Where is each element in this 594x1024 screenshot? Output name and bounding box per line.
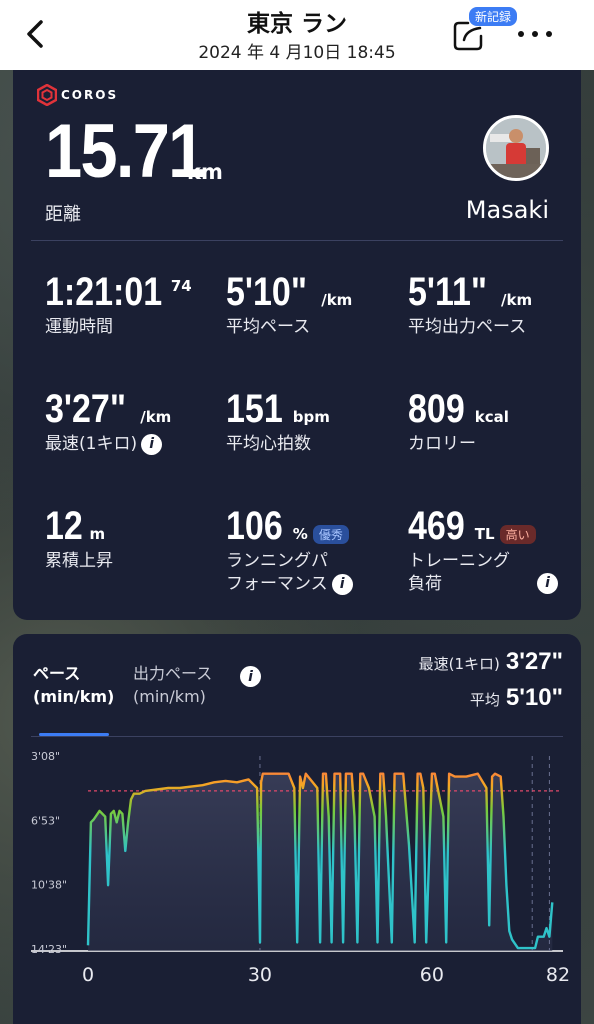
stat-running-performance: 106% 優秀 ランニングパ フォーマンス i bbox=[226, 504, 353, 596]
stat-label-line2: フォーマンス bbox=[226, 574, 328, 594]
stat-unit: bpm bbox=[292, 408, 330, 426]
fastest-value: 3'27" bbox=[505, 648, 563, 675]
avatar[interactable] bbox=[483, 115, 549, 181]
stat-value: 469 bbox=[408, 504, 465, 548]
distance-value: 15.71 bbox=[45, 109, 205, 194]
stat-avg-pace: 5'10" /km 平均ペース bbox=[226, 270, 352, 339]
info-icon[interactable]: i bbox=[537, 573, 558, 594]
stat-label-line1: トレーニング bbox=[408, 551, 510, 571]
tab-pace-label: ペース bbox=[33, 664, 81, 683]
fastest-label: 最速(1キロ) bbox=[418, 655, 500, 673]
user-name: Masaki bbox=[465, 196, 549, 224]
y-tick-label: 3'08" bbox=[31, 750, 60, 763]
y-tick-label: 6'53" bbox=[31, 814, 60, 827]
active-tab-indicator bbox=[39, 733, 109, 736]
stat-label-line2: 負荷 bbox=[408, 574, 442, 594]
stat-label: カロリー bbox=[408, 434, 476, 454]
avg-value: 5'10" bbox=[505, 684, 563, 711]
brand-name: COROS bbox=[61, 88, 119, 102]
stat-fastest-km: 3'27" /km 最速(1キロ) i bbox=[45, 387, 171, 456]
summary-card: COROS 15.71 km 距離 Masaki 1:21:01 74 運動時間 … bbox=[13, 70, 581, 620]
divider bbox=[31, 240, 563, 241]
stat-label: 平均ペース bbox=[226, 317, 311, 337]
info-icon[interactable]: i bbox=[240, 666, 261, 687]
avg-label: 平均 bbox=[469, 691, 500, 709]
info-icon[interactable]: i bbox=[141, 433, 163, 455]
stat-value: 1:21:01 bbox=[45, 270, 163, 314]
stat-unit: m bbox=[89, 525, 106, 543]
stat-label: 平均心拍数 bbox=[226, 434, 311, 454]
user-photo-icon bbox=[486, 118, 546, 178]
stat-label: 最速(1キロ) bbox=[45, 434, 138, 454]
y-tick-label: 10'38" bbox=[31, 879, 67, 892]
stat-value: 5'11" bbox=[408, 270, 488, 314]
stat-unit: /km bbox=[140, 408, 172, 426]
tab-power-pace[interactable]: 出力ペース (min/km) bbox=[133, 662, 212, 708]
stat-calories: 809 kcal カロリー bbox=[408, 387, 509, 456]
stat-label: 累積上昇 bbox=[45, 551, 113, 571]
stat-training-load: 469 TL 高い トレーニング 負荷 i bbox=[408, 504, 558, 596]
stat-value: 12 bbox=[45, 504, 83, 548]
tab-power-label: 出力ペース bbox=[133, 664, 213, 683]
stat-unit: % bbox=[292, 525, 308, 543]
tab-power-unit: (min/km) bbox=[133, 687, 206, 706]
activity-datetime: 2024 年 4 月10日 18:45 bbox=[198, 43, 396, 63]
stat-avg-power-pace: 5'11" /km 平均出力ペース bbox=[408, 270, 532, 339]
x-tick-label: 82 bbox=[546, 964, 570, 986]
dot-icon bbox=[546, 31, 552, 37]
stat-value: 3'27" bbox=[45, 387, 126, 431]
stat-suffix: 74 bbox=[170, 277, 192, 295]
stat-label: 運動時間 bbox=[45, 317, 113, 337]
avg-pace-summary: 平均 5'10" bbox=[470, 684, 563, 712]
stat-avg-heart-rate: 151 bpm 平均心拍数 bbox=[226, 387, 330, 456]
stat-unit: /km bbox=[501, 291, 533, 309]
stat-label-line1: ランニングパ bbox=[226, 551, 328, 571]
rating-badge: 優秀 bbox=[312, 525, 349, 544]
x-tick-label: 0 bbox=[82, 964, 94, 986]
stat-duration: 1:21:01 74 運動時間 bbox=[45, 270, 192, 339]
stat-value: 106 bbox=[226, 504, 283, 548]
distance-unit: km bbox=[187, 160, 223, 184]
dot-icon bbox=[518, 31, 524, 37]
x-tick-label: 30 bbox=[248, 964, 272, 986]
fastest-km-summary: 最速(1キロ) 3'27" bbox=[419, 648, 563, 676]
pace-chart[interactable]: 3'08" 6'53" 10'38" 14'23" 0 30 60 82 bbox=[13, 744, 581, 1014]
stat-value: 809 bbox=[408, 387, 465, 431]
stat-label: 平均出力ペース bbox=[408, 317, 527, 337]
more-options-button[interactable] bbox=[518, 24, 552, 44]
top-bar: 東京 ラン 2024 年 4 月10日 18:45 新記録 bbox=[0, 0, 594, 70]
stat-value: 151 bbox=[226, 387, 283, 431]
tab-pace[interactable]: ペース (min/km) bbox=[33, 662, 114, 708]
info-icon[interactable]: i bbox=[331, 573, 353, 595]
tab-pace-unit: (min/km) bbox=[33, 687, 115, 706]
stat-unit: TL bbox=[474, 525, 495, 543]
y-tick-label: 14'23" bbox=[31, 943, 67, 956]
brand-logo: COROS bbox=[37, 84, 118, 106]
coros-logo-icon bbox=[37, 84, 57, 106]
x-tick-label: 60 bbox=[420, 964, 444, 986]
stat-value: 5'10" bbox=[226, 270, 307, 314]
pace-chart-card: ペース (min/km) 出力ペース (min/km) i 最速(1キロ) 3'2… bbox=[13, 634, 581, 1024]
rating-badge: 高い bbox=[499, 525, 536, 544]
stat-unit: /km bbox=[321, 291, 353, 309]
distance-label: 距離 bbox=[45, 204, 81, 225]
stat-elevation-gain: 12 m 累積上昇 bbox=[45, 504, 113, 573]
tabs-divider bbox=[31, 736, 563, 737]
dot-icon bbox=[532, 31, 538, 37]
new-record-badge: 新記録 bbox=[469, 7, 518, 26]
stat-unit: kcal bbox=[474, 408, 509, 426]
